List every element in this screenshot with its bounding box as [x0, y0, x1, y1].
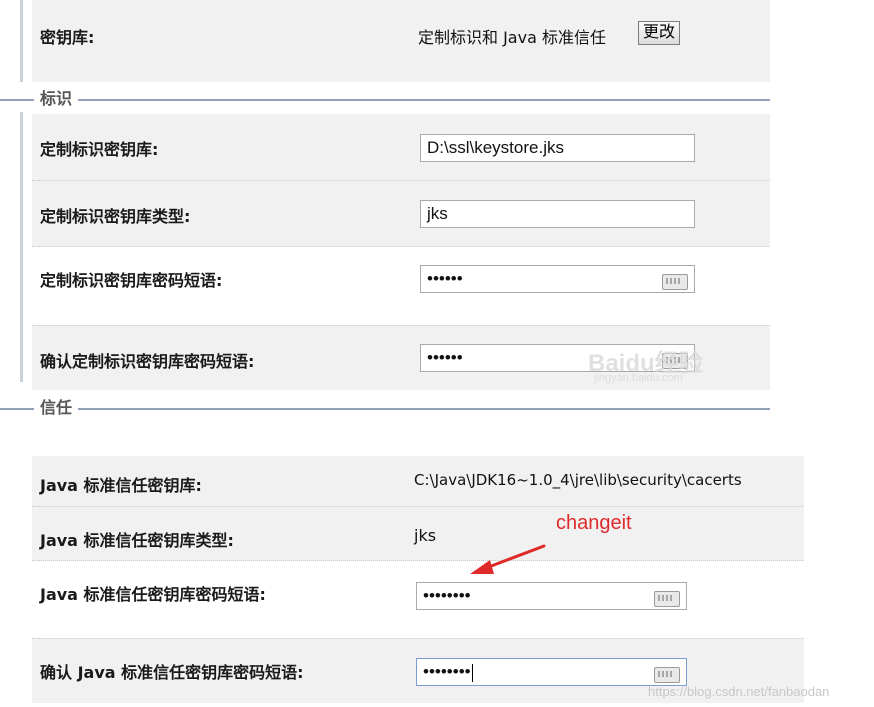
- left-accent-bar: [20, 0, 23, 82]
- section-divider: [0, 408, 770, 410]
- left-accent-bar: [20, 112, 23, 382]
- keyboard-icon[interactable]: [662, 274, 688, 290]
- trust-keystore-row: Java 标准信任密钥库: C:\Java\JDK16~1.0_4\jre\li…: [32, 456, 804, 507]
- arrow-icon: [470, 544, 546, 574]
- identity-password-label: 定制标识密钥库密码短语:: [40, 271, 223, 290]
- identity-password-input[interactable]: ••••••: [420, 265, 695, 293]
- keystore-row: 密钥库: 定制标识和 Java 标准信任 更改: [32, 0, 770, 82]
- trust-keystore-value: C:\Java\JDK16~1.0_4\jre\lib\security\cac…: [414, 471, 742, 489]
- keyboard-icon[interactable]: [654, 667, 680, 683]
- identity-section-title: 标识: [34, 89, 79, 109]
- trust-keystore-type-label: Java 标准信任密钥库类型:: [40, 531, 234, 550]
- trust-password-row: Java 标准信任密钥库密码短语: ••••••••: [32, 561, 804, 623]
- csdn-watermark: https://blog.csdn.net/fanbaodan: [648, 684, 830, 699]
- identity-keystore-label: 定制标识密钥库:: [40, 140, 159, 159]
- identity-keystore-type-row: 定制标识密钥库类型: jks: [32, 181, 770, 247]
- identity-keystore-input[interactable]: D:\ssl\keystore.jks: [420, 134, 695, 162]
- identity-keystore-row: 定制标识密钥库: D:\ssl\keystore.jks: [32, 114, 770, 181]
- trust-confirm-label: 确认 Java 标准信任密钥库密码短语:: [40, 663, 304, 682]
- trust-keystore-label: Java 标准信任密钥库:: [40, 476, 202, 495]
- trust-section-title: 信任: [34, 398, 79, 418]
- identity-password-value: ••••••: [427, 269, 463, 288]
- trust-password-label: Java 标准信任密钥库密码短语:: [40, 585, 266, 604]
- identity-section-header: 标识: [0, 89, 770, 109]
- identity-keystore-type-label: 定制标识密钥库类型:: [40, 207, 191, 226]
- identity-confirm-label: 确认定制标识密钥库密码短语:: [40, 352, 255, 371]
- trust-password-input[interactable]: ••••••••: [416, 582, 687, 610]
- identity-password-row: 定制标识密钥库密码短语: ••••••: [32, 247, 770, 309]
- keyboard-icon[interactable]: [654, 591, 680, 607]
- baidu-watermark-sub: jingyan.baidu.com: [594, 372, 683, 384]
- trust-password-value: ••••••••: [423, 586, 471, 605]
- identity-confirm-value: ••••••: [427, 348, 463, 367]
- trust-keystore-type-value: jks: [414, 526, 437, 545]
- change-button[interactable]: 更改: [638, 21, 681, 45]
- keystore-value: 定制标识和 Java 标准信任: [418, 28, 606, 47]
- text-caret: [471, 663, 473, 682]
- trust-confirm-value: ••••••••: [423, 662, 471, 681]
- annotation-text: changeit: [556, 512, 632, 534]
- trust-section-header: 信任: [0, 398, 770, 418]
- section-divider: [0, 99, 770, 101]
- keystore-label: 密钥库:: [40, 28, 95, 47]
- identity-keystore-type-input[interactable]: jks: [420, 200, 695, 228]
- trust-keystore-type-row: Java 标准信任密钥库类型: jks: [32, 507, 804, 561]
- trust-confirm-input[interactable]: ••••••••: [416, 658, 687, 686]
